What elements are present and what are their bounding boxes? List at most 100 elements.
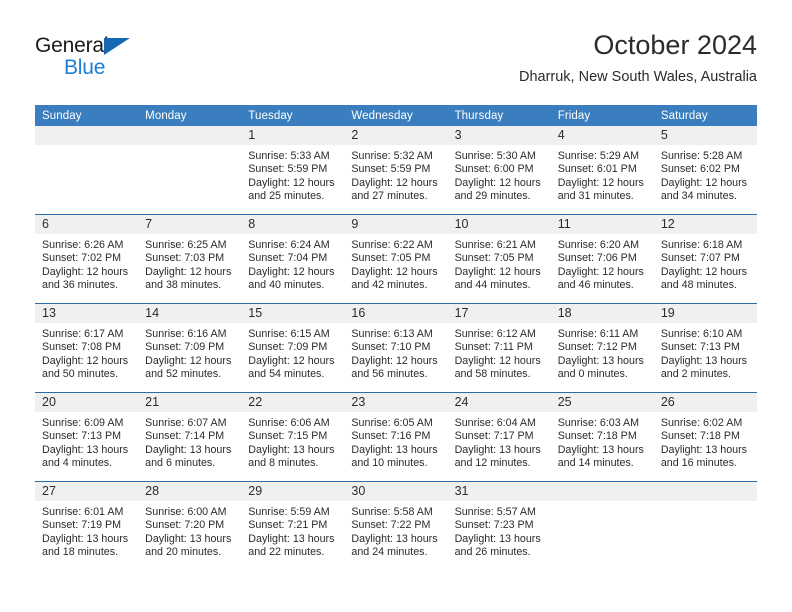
daylight-duration-line2: and 26 minutes. bbox=[454, 545, 531, 558]
weekday-header-thursday: Thursday bbox=[447, 105, 551, 126]
sunrise-time: Sunrise: 6:07 AM bbox=[145, 417, 227, 429]
sunrise-time: Sunrise: 6:21 AM bbox=[454, 239, 536, 251]
day-cell-content: 1 Sunrise: 5:33 AM Sunset: 5:59 PM Daylight… bbox=[241, 126, 345, 214]
daylight-duration-line1: Daylight: 12 hours bbox=[42, 265, 129, 278]
daylight-duration-line1: Daylight: 13 hours bbox=[557, 443, 644, 456]
calendar-cell-day[interactable]: 23 Sunrise: 6:05 AM Sunset: 7:16 PM Dayligh… bbox=[344, 392, 448, 482]
day-sun-info: Sunrise: 6:07 AM Sunset: 7:14 PM Daylight:… bbox=[138, 412, 241, 470]
calendar-cell-day[interactable]: 18 Sunrise: 6:11 AM Sunset: 7:12 PM Dayligh… bbox=[550, 303, 654, 393]
calendar-cell-day[interactable]: 26 Sunrise: 6:02 AM Sunset: 7:18 PM Dayligh… bbox=[653, 392, 757, 482]
daylight-duration-line1: Daylight: 13 hours bbox=[42, 443, 129, 456]
day-number: 26 bbox=[653, 393, 757, 412]
calendar-cell-day[interactable]: 30 Sunrise: 5:58 AM Sunset: 7:22 PM Dayligh… bbox=[344, 481, 448, 570]
calendar-cell-day[interactable]: 19 Sunrise: 6:10 AM Sunset: 7:13 PM Dayligh… bbox=[653, 303, 757, 393]
sunset-time: Sunset: 7:09 PM bbox=[145, 341, 225, 354]
calendar-cell-day[interactable]: 11 Sunrise: 6:20 AM Sunset: 7:06 PM Dayligh… bbox=[550, 214, 654, 304]
calendar-cell-day[interactable]: 9 Sunrise: 6:22 AM Sunset: 7:05 PM Daylight… bbox=[344, 214, 448, 304]
day-number: 24 bbox=[447, 393, 551, 412]
daylight-duration-line1: Daylight: 12 hours bbox=[454, 176, 541, 189]
day-number: 27 bbox=[35, 482, 139, 501]
sunrise-time: Sunrise: 6:03 AM bbox=[557, 417, 640, 429]
calendar-cell-day[interactable]: 20 Sunrise: 6:09 AM Sunset: 7:13 PM Dayligh… bbox=[35, 392, 139, 482]
sunset-time: Sunset: 7:04 PM bbox=[248, 252, 328, 265]
calendar-cell-day[interactable]: 17 Sunrise: 6:12 AM Sunset: 7:11 PM Dayligh… bbox=[447, 303, 551, 393]
calendar-cell-empty bbox=[35, 126, 139, 215]
calendar-cell-day[interactable]: 22 Sunrise: 6:06 AM Sunset: 7:15 PM Dayligh… bbox=[241, 392, 345, 482]
sunrise-time: Sunrise: 6:04 AM bbox=[454, 417, 536, 429]
calendar-cell-day[interactable]: 28 Sunrise: 6:00 AM Sunset: 7:20 PM Dayligh… bbox=[138, 481, 242, 570]
calendar-cell-day[interactable]: 5 Sunrise: 5:28 AM Sunset: 6:02 PM Daylight… bbox=[653, 126, 757, 215]
day-number: 29 bbox=[241, 482, 345, 501]
daylight-duration-line1: Daylight: 13 hours bbox=[454, 532, 541, 545]
day-cell-content: 23 Sunrise: 6:05 AM Sunset: 7:16 PM Dayligh… bbox=[344, 393, 448, 481]
daylight-duration-line2: and 12 minutes. bbox=[454, 456, 531, 469]
daylight-duration-line2: and 50 minutes. bbox=[42, 367, 119, 380]
calendar-body: 1 Sunrise: 5:33 AM Sunset: 5:59 PM Daylight… bbox=[35, 126, 757, 570]
calendar-cell-day[interactable]: 2 Sunrise: 5:32 AM Sunset: 5:59 PM Daylight… bbox=[344, 126, 448, 215]
sunset-time: Sunset: 7:18 PM bbox=[557, 430, 637, 443]
day-sun-info: Sunrise: 6:18 AM Sunset: 7:07 PM Daylight:… bbox=[654, 234, 757, 292]
sunset-time: Sunset: 7:16 PM bbox=[351, 430, 431, 443]
page-title: October 2024 bbox=[593, 30, 757, 60]
day-sun-info: Sunrise: 6:26 AM Sunset: 7:02 PM Daylight:… bbox=[35, 234, 138, 292]
daylight-duration-line1: Daylight: 13 hours bbox=[351, 532, 438, 545]
weekday-header-saturday: Saturday bbox=[653, 105, 757, 126]
calendar-week-row: 13 Sunrise: 6:17 AM Sunset: 7:08 PM Dayligh… bbox=[35, 303, 757, 393]
page-subtitle: Dharruk, New South Wales, Australia bbox=[518, 69, 757, 85]
calendar-cell-day[interactable]: 8 Sunrise: 6:24 AM Sunset: 7:04 PM Daylight… bbox=[241, 214, 345, 304]
daylight-duration-line1: Daylight: 12 hours bbox=[351, 265, 438, 278]
day-sun-info: Sunrise: 6:24 AM Sunset: 7:04 PM Daylight:… bbox=[241, 234, 344, 292]
calendar-cell-day[interactable]: 27 Sunrise: 6:01 AM Sunset: 7:19 PM Dayligh… bbox=[35, 481, 139, 570]
day-number bbox=[550, 482, 654, 501]
sunrise-time: Sunrise: 6:26 AM bbox=[42, 239, 124, 251]
calendar-cell-day[interactable]: 13 Sunrise: 6:17 AM Sunset: 7:08 PM Dayligh… bbox=[35, 303, 139, 393]
calendar-cell-day[interactable]: 15 Sunrise: 6:15 AM Sunset: 7:09 PM Dayligh… bbox=[241, 303, 345, 393]
calendar-cell-day[interactable]: 21 Sunrise: 6:07 AM Sunset: 7:14 PM Dayligh… bbox=[138, 392, 242, 482]
calendar-cell-day[interactable]: 6 Sunrise: 6:26 AM Sunset: 7:02 PM Daylight… bbox=[35, 214, 139, 304]
sunset-time: Sunset: 7:06 PM bbox=[557, 252, 637, 265]
day-cell-content: 7 Sunrise: 6:25 AM Sunset: 7:03 PM Daylight… bbox=[138, 215, 242, 303]
day-sun-info: Sunrise: 5:32 AM Sunset: 5:59 PM Daylight:… bbox=[344, 145, 447, 203]
daylight-duration-line1: Daylight: 12 hours bbox=[351, 354, 438, 367]
day-number: 25 bbox=[550, 393, 654, 412]
calendar-cell-day[interactable]: 3 Sunrise: 5:30 AM Sunset: 6:00 PM Daylight… bbox=[447, 126, 551, 215]
sunrise-time: Sunrise: 6:01 AM bbox=[42, 506, 124, 518]
calendar-cell-day[interactable]: 31 Sunrise: 5:57 AM Sunset: 7:23 PM Dayligh… bbox=[447, 481, 551, 570]
calendar-cell-day[interactable]: 24 Sunrise: 6:04 AM Sunset: 7:17 PM Dayligh… bbox=[447, 392, 551, 482]
day-number: 20 bbox=[35, 393, 139, 412]
day-sun-info: Sunrise: 5:58 AM Sunset: 7:22 PM Daylight:… bbox=[344, 501, 447, 559]
sunrise-time: Sunrise: 6:24 AM bbox=[248, 239, 330, 251]
daylight-duration-line2: and 58 minutes. bbox=[454, 367, 531, 380]
day-number: 31 bbox=[447, 482, 551, 501]
calendar-cell-day[interactable]: 4 Sunrise: 5:29 AM Sunset: 6:01 PM Daylight… bbox=[550, 126, 654, 215]
day-cell-content: 11 Sunrise: 6:20 AM Sunset: 7:06 PM Dayligh… bbox=[550, 215, 654, 303]
calendar-cell-day[interactable]: 29 Sunrise: 5:59 AM Sunset: 7:21 PM Dayligh… bbox=[241, 481, 345, 570]
day-cell-content: 2 Sunrise: 5:32 AM Sunset: 5:59 PM Daylight… bbox=[344, 126, 448, 214]
calendar-cell-day[interactable]: 12 Sunrise: 6:18 AM Sunset: 7:07 PM Dayligh… bbox=[653, 214, 757, 304]
day-number: 2 bbox=[344, 126, 448, 145]
day-number: 13 bbox=[35, 304, 139, 323]
day-number: 19 bbox=[653, 304, 757, 323]
calendar-cell-day[interactable]: 25 Sunrise: 6:03 AM Sunset: 7:18 PM Dayligh… bbox=[550, 392, 654, 482]
calendar-cell-day[interactable]: 10 Sunrise: 6:21 AM Sunset: 7:05 PM Dayligh… bbox=[447, 214, 551, 304]
calendar-cell-day[interactable]: 14 Sunrise: 6:16 AM Sunset: 7:09 PM Dayligh… bbox=[138, 303, 242, 393]
sunrise-time: Sunrise: 5:28 AM bbox=[660, 150, 743, 162]
sunset-time: Sunset: 7:11 PM bbox=[454, 341, 533, 354]
sunset-time: Sunset: 7:03 PM bbox=[145, 252, 225, 265]
weekday-header-monday: Monday bbox=[138, 105, 242, 126]
daylight-duration-line2: and 54 minutes. bbox=[248, 367, 325, 380]
day-number bbox=[653, 482, 757, 501]
sunrise-time: Sunrise: 5:59 AM bbox=[248, 506, 330, 518]
generalblue-logo[interactable]: General Blue bbox=[35, 34, 215, 86]
calendar-cell-day[interactable]: 7 Sunrise: 6:25 AM Sunset: 7:03 PM Daylight… bbox=[138, 214, 242, 304]
daylight-duration-line1: Daylight: 12 hours bbox=[351, 176, 438, 189]
daylight-duration-line1: Daylight: 12 hours bbox=[248, 354, 335, 367]
daylight-duration-line1: Daylight: 13 hours bbox=[248, 443, 335, 456]
calendar-cell-day[interactable]: 16 Sunrise: 6:13 AM Sunset: 7:10 PM Dayligh… bbox=[344, 303, 448, 393]
calendar-cell-day[interactable]: 1 Sunrise: 5:33 AM Sunset: 5:59 PM Daylight… bbox=[241, 126, 345, 215]
day-cell-content: 19 Sunrise: 6:10 AM Sunset: 7:13 PM Dayligh… bbox=[653, 304, 757, 392]
day-sun-info: Sunrise: 6:22 AM Sunset: 7:05 PM Daylight:… bbox=[344, 234, 447, 292]
day-number: 15 bbox=[241, 304, 345, 323]
title-block: October 2024 Dharruk, New South Wales, A… bbox=[519, 28, 757, 88]
daylight-duration-line1: Daylight: 13 hours bbox=[42, 532, 129, 545]
